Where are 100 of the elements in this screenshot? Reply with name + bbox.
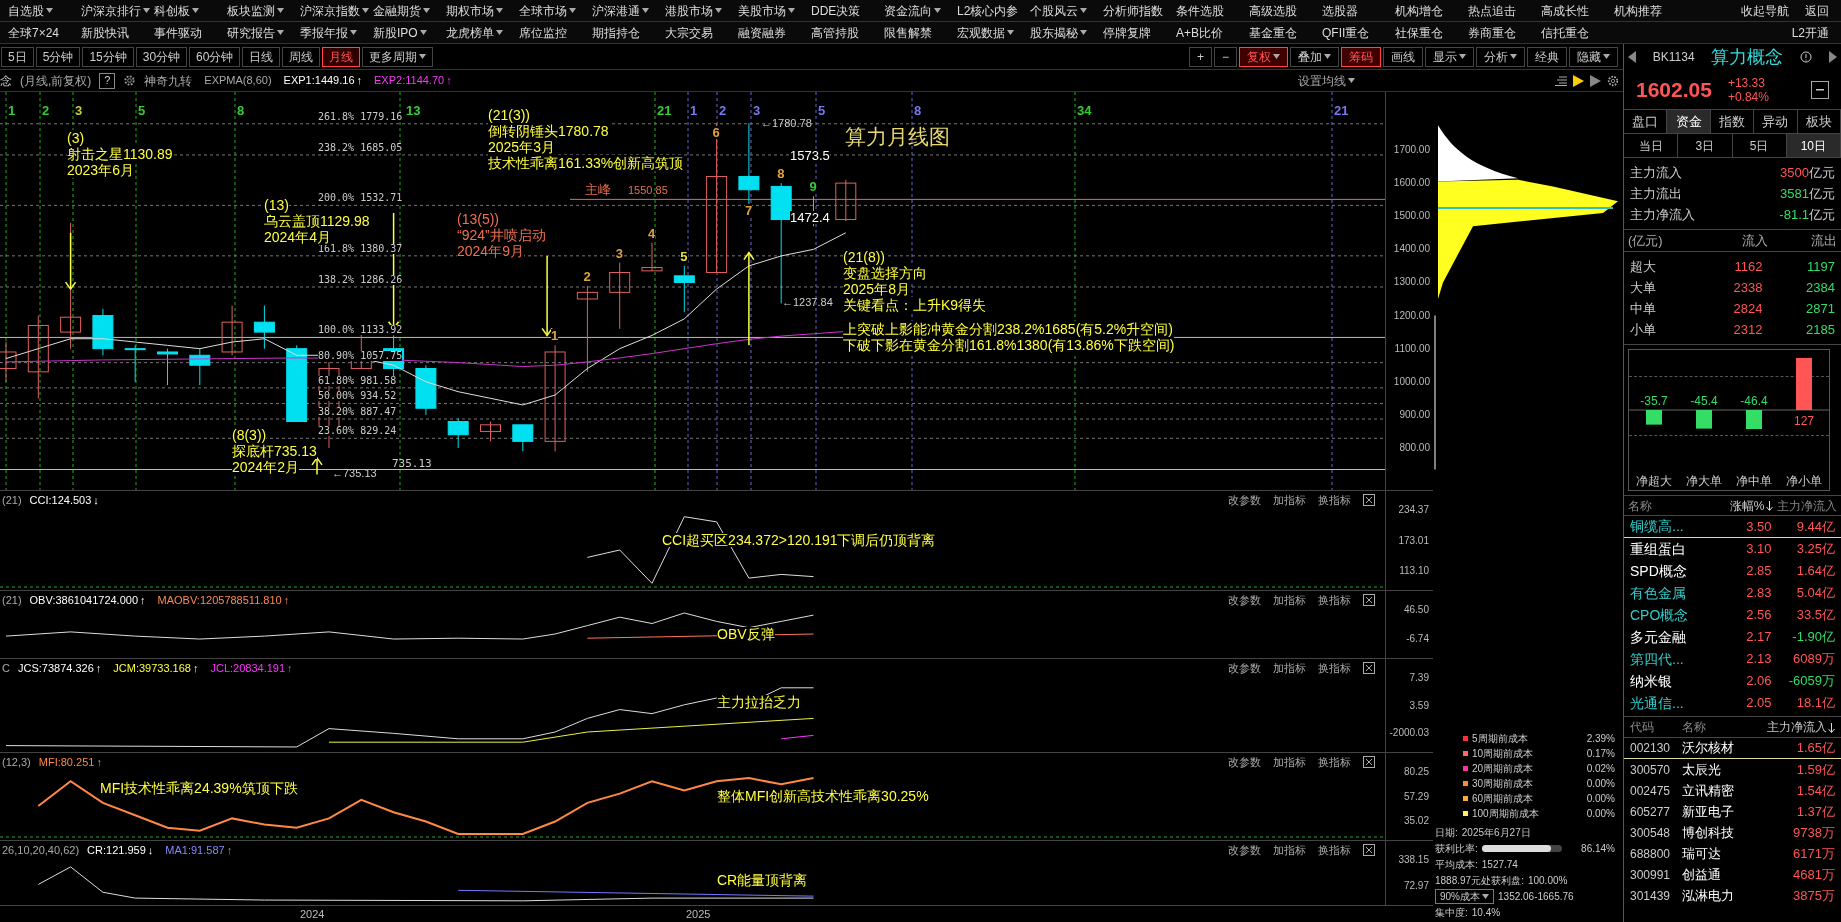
panel-action-button[interactable]: 改参数: [1228, 491, 1261, 509]
menu-item[interactable]: 期指持仓: [592, 23, 665, 42]
close-icon[interactable]: [1363, 755, 1375, 768]
panel-tab[interactable]: 板块: [1797, 110, 1841, 133]
stock-row[interactable]: 300991 创益通 4681万: [1624, 864, 1841, 885]
menu-item[interactable]: 高成长性: [1541, 1, 1614, 20]
toolbar-button[interactable]: 复权: [1239, 46, 1288, 67]
previous-arrow-icon[interactable]: [1628, 51, 1636, 63]
toolbar-button[interactable]: −: [1214, 46, 1237, 67]
menu-item[interactable]: 沪深京排行: [81, 1, 154, 20]
sector-row[interactable]: SPD概念 2.85 1.64亿: [1624, 560, 1841, 582]
close-icon[interactable]: [1363, 593, 1375, 606]
menu-item[interactable]: 港股市场: [665, 1, 738, 20]
period-button[interactable]: 5分钟: [35, 46, 81, 67]
period-button[interactable]: 周线: [282, 46, 321, 67]
menu-item[interactable]: 机构推荐: [1614, 1, 1687, 20]
period-tab[interactable]: 10日: [1786, 134, 1841, 157]
menu-item[interactable]: 自选股: [8, 1, 81, 20]
menu-item[interactable]: 席位监控: [519, 23, 592, 42]
info-icon[interactable]: [1800, 51, 1813, 63]
stock-row[interactable]: 301439 泓淋电力 3875万: [1624, 885, 1841, 906]
panel-action-button[interactable]: 换指标: [1318, 841, 1351, 859]
sector-row[interactable]: 多元金融 2.17 -1.90亿: [1624, 626, 1841, 648]
menu-item[interactable]: 社保重仓: [1395, 23, 1468, 42]
menu-item[interactable]: 高级选股: [1249, 1, 1322, 20]
period-button[interactable]: 30分钟: [135, 46, 188, 67]
menu-item[interactable]: 板块监测: [227, 1, 300, 20]
panel-action-button[interactable]: 加指标: [1273, 753, 1306, 771]
period-tab[interactable]: 3日: [1678, 134, 1733, 157]
stock-row[interactable]: 002130 沃尔核材 1.65亿: [1624, 738, 1841, 759]
menu-item[interactable]: 基金重仓: [1249, 23, 1322, 42]
collapse-button[interactable]: [1811, 80, 1829, 99]
menu-item[interactable]: 大宗交易: [665, 23, 738, 42]
menu-item[interactable]: 停牌复牌: [1103, 23, 1176, 42]
menu-item[interactable]: 龙虎榜单: [446, 23, 519, 42]
menu-item[interactable]: 分析师指数: [1103, 1, 1176, 20]
menu-link[interactable]: L2开通: [1791, 23, 1829, 42]
period-button[interactable]: 日线: [242, 46, 281, 67]
menu-item[interactable]: 全球市场: [519, 1, 592, 20]
period-button[interactable]: 15分钟: [82, 46, 134, 67]
panel-action-button[interactable]: 换指标: [1318, 659, 1351, 677]
toolbar-button[interactable]: 筹码: [1341, 46, 1381, 67]
panel-tab[interactable]: 指数: [1710, 110, 1755, 133]
toolbar-button[interactable]: +: [1188, 46, 1212, 67]
cost-select[interactable]: 90%成本: [1435, 889, 1494, 904]
panel-action-button[interactable]: 改参数: [1228, 841, 1261, 859]
toolbar-button[interactable]: 经典: [1527, 46, 1567, 67]
panel-action-button[interactable]: 改参数: [1228, 753, 1261, 771]
menu-item[interactable]: 金融期货: [373, 1, 446, 20]
settings-icon[interactable]: [123, 74, 137, 87]
stock-row[interactable]: 300548 博创科技 9738万: [1624, 822, 1841, 843]
panel-action-button[interactable]: 改参数: [1228, 659, 1261, 677]
panel-action-button[interactable]: 加指标: [1273, 659, 1306, 677]
menu-item[interactable]: 全球7×24: [8, 23, 81, 42]
menu-item[interactable]: 热点追击: [1468, 1, 1541, 20]
menu-item[interactable]: 新股IPO: [373, 23, 446, 42]
toolbar-button[interactable]: 显示: [1425, 46, 1474, 67]
sector-row[interactable]: 铜缆高... 3.50 9.44亿: [1624, 516, 1841, 538]
period-button[interactable]: 60分钟: [189, 46, 241, 67]
menu-item[interactable]: 期权市场: [446, 1, 519, 20]
menu-item[interactable]: 资金流向: [884, 1, 957, 20]
menu-item[interactable]: 美股市场: [738, 1, 811, 20]
menu-item[interactable]: 限售解禁: [884, 23, 957, 42]
menu-item[interactable]: 季报年报: [300, 23, 373, 42]
period-button[interactable]: 月线: [322, 46, 361, 67]
toolbar-button[interactable]: 叠加: [1290, 46, 1339, 67]
menu-item[interactable]: A+B比价: [1176, 23, 1249, 42]
menu-item[interactable]: 股东揭秘: [1030, 23, 1103, 42]
column-header[interactable]: 涨幅%: [1708, 496, 1773, 515]
menu-item[interactable]: 沪深京指数: [300, 1, 373, 20]
menu-item[interactable]: 科创板: [154, 1, 227, 20]
play-icon[interactable]: [1573, 74, 1584, 87]
sector-row[interactable]: 重组蛋白 3.10 3.25亿: [1624, 538, 1841, 560]
menu-item[interactable]: 新股快讯: [81, 23, 154, 42]
sector-row[interactable]: CPO概念 2.56 33.5亿: [1624, 604, 1841, 626]
menu-link[interactable]: 收起导航: [1741, 1, 1789, 20]
panel-action-button[interactable]: 换指标: [1318, 591, 1351, 609]
period-tab[interactable]: 当日: [1624, 134, 1679, 157]
sector-row[interactable]: 光通信... 2.05 18.1亿: [1624, 692, 1841, 714]
menu-item[interactable]: 沪深港通: [592, 1, 665, 20]
menu-item[interactable]: 宏观数据: [957, 23, 1030, 42]
sector-row[interactable]: 有色金属 2.83 5.04亿: [1624, 582, 1841, 604]
menu-item[interactable]: 券商重仓: [1468, 23, 1541, 42]
menu-item[interactable]: QFII重仓: [1322, 23, 1395, 42]
menu-link[interactable]: 返回: [1805, 1, 1829, 20]
menu-item[interactable]: 选股器: [1322, 1, 1395, 20]
period-tab[interactable]: 5日: [1732, 134, 1787, 157]
panel-action-button[interactable]: 加指标: [1273, 591, 1306, 609]
menu-item[interactable]: 机构增仓: [1395, 1, 1468, 20]
settings-icon[interactable]: [1607, 74, 1619, 87]
sector-row[interactable]: 第四代... 2.13 6089万: [1624, 648, 1841, 670]
panel-action-button[interactable]: 加指标: [1273, 491, 1306, 509]
close-icon[interactable]: [1363, 493, 1375, 506]
stock-row[interactable]: 300570 太辰光 1.59亿: [1624, 759, 1841, 780]
stock-row[interactable]: 605277 新亚电子 1.37亿: [1624, 801, 1841, 822]
close-icon[interactable]: [1363, 661, 1375, 674]
help-button[interactable]: ?: [99, 72, 116, 89]
column-header[interactable]: 名称: [1682, 718, 1752, 736]
menu-item[interactable]: 个股风云: [1030, 1, 1103, 20]
panel-action-button[interactable]: 加指标: [1273, 841, 1306, 859]
